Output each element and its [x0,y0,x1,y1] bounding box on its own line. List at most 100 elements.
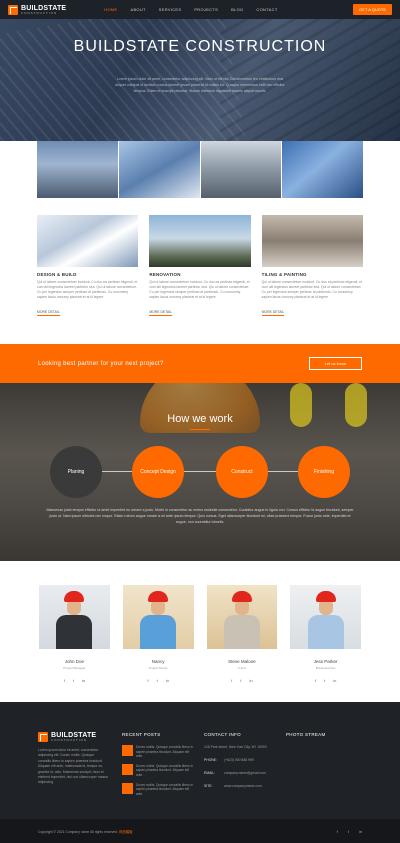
helmet-icon [64,591,85,602]
contact-info-heading: CONTACT INFO [204,732,241,737]
let-us-know-button[interactable]: Let us know [308,357,362,370]
team-member-role: Project Manager [63,666,86,670]
post-text: Donec mollis. Quisque convallis libero i… [136,782,194,796]
service-title: DESIGN & BUILD [37,272,77,277]
team-member-photo [122,585,194,649]
linkedin-icon[interactable]: in [166,678,169,683]
project-gallery-strip [37,141,363,198]
facebook-icon[interactable]: f [337,829,338,834]
recent-post[interactable]: Donec mollis. Quisque convallis libero i… [122,782,194,797]
how-we-work-section: How we work Planing Concept Design Const… [0,383,400,561]
service-image [261,215,363,267]
top-navbar: BUILDSTATE CONSTRUCTION HOME ABOUT SERVI… [0,0,400,19]
social-links: f t in [290,678,361,683]
facebook-icon[interactable]: f [231,678,232,683]
phone-label: PHONE: [204,758,217,762]
twitter-icon[interactable]: t [157,678,158,683]
team-member-photo [290,585,361,649]
linkedin-icon[interactable]: in [359,829,362,834]
helmet-icon [148,591,169,602]
menu-item-contact[interactable]: CONTACT [256,7,277,12]
service-title: TILING & PAINTING [261,272,307,277]
gallery-image[interactable] [37,141,118,198]
facebook-icon[interactable]: f [147,678,148,683]
address-text: 126 Park street, New York City, NY 10903 [204,745,267,749]
team-member-name: John Doe [64,659,84,664]
team-member-role: C.E.O [237,666,246,670]
service-card: TILING & PAINTING Qui ut labore consecte… [261,215,363,318]
twitter-icon[interactable]: t [73,678,74,683]
site-value[interactable]: www.companyname.com [224,784,262,788]
menu-item-projects[interactable]: PROJECTS [194,7,218,12]
team-member-name: Steve Malone [228,659,256,664]
site-label: SITE: [204,784,213,788]
menu-item-home[interactable]: HOME [104,7,117,12]
email-value[interactable]: company.name@gmail.com [224,771,266,775]
social-links: f t in [123,678,194,683]
step-concept-design: Concept Design [132,446,184,498]
team-member-photo [39,585,110,649]
logo[interactable]: BUILDSTATE CONSTRUCTION [8,4,66,15]
email-label: EMAIL: [204,771,216,775]
helmet-icon [315,591,336,602]
linkedin-icon[interactable]: in [333,678,336,683]
menu-item-blog[interactable]: BLOG [231,7,243,12]
how-we-work-text: Maecenas justo tempor efficitur ut amet … [46,508,354,524]
twitter-icon[interactable]: t [240,678,241,683]
facebook-icon[interactable]: f [64,678,65,683]
cta-text: Looking best partner for your next proje… [38,360,164,367]
step-connector-line [76,471,326,472]
footer-social-links: f t in [337,829,362,834]
recent-post[interactable]: Donec mollis. Quisque convallis libero i… [122,745,194,759]
more-detail-link[interactable]: MORE DETAIL [149,310,173,316]
logo-icon [38,732,48,742]
cta-banner: Looking best partner for your next proje… [0,344,400,383]
logo-subtitle: CONSTRUCTION [21,10,58,15]
social-links: f t in [207,678,278,683]
menu-item-services[interactable]: SERVICES [159,7,182,12]
team-member-card: Steve Malone C.E.O f t in [206,585,278,683]
more-detail-link[interactable]: MORE DETAIL [37,310,60,316]
team-member-photo [206,585,278,649]
facebook-icon[interactable]: f [315,678,316,683]
twitter-icon[interactable]: t [324,678,325,683]
service-title: RENOVATION [149,272,181,277]
menu-item-about[interactable]: ABOUT [131,7,146,12]
footer-bottom-bar: Copyright © 2021 Company name All rights… [0,819,400,843]
recent-post[interactable]: Donec mollis. Quisque convallis libero i… [122,763,194,778]
post-thumbnail [122,782,133,794]
hero-text: Lorem ipsum dolor sit amet, consectetur … [115,77,285,93]
recent-posts-heading: RECENT POSTS [122,732,161,737]
gallery-image[interactable] [118,141,200,198]
step-finishing: Finishing [298,446,350,498]
copyright-text: Copyright © 2021 Company name All rights… [38,829,133,834]
more-detail-link[interactable]: MORE DETAIL [261,310,285,316]
service-card: DESIGN & BUILD Qui ut labore consectetue… [37,215,139,318]
team-section: John Doe Project Manager f t in Nancy Pr… [39,585,361,683]
logo-icon [8,4,18,15]
copyright-link[interactable]: 网页模板 [119,830,133,834]
get-quote-button[interactable]: GET A QUOTE [353,4,392,15]
footer-about: BUILDSTATE CONSTRUCTION Lorem ipsum dolo… [38,732,108,786]
service-image [149,215,251,267]
team-member-card: Nancy Project Owner f t in [122,585,194,683]
linkedin-icon[interactable]: in [249,678,252,683]
linkedin-icon[interactable]: in [82,678,85,683]
service-image [37,215,139,267]
footer-logo[interactable]: BUILDSTATE CONSTRUCTION [38,732,108,742]
logo-subtitle: CONSTRUCTION [51,738,88,742]
team-member-card: John Doe Project Manager f t in [39,585,110,683]
footer-about-text: Lorem ipsum dolor sit amet, consectetur … [38,748,108,785]
phone-value: (+623) 000 888 999 [224,758,254,762]
how-we-work-title: How we work [167,413,233,425]
footer-recent-posts: RECENT POSTS Donec mollis. Quisque conva… [122,732,194,801]
helmet-icon [231,591,252,602]
photo-stream-heading: PHOTO STREAM [286,732,326,737]
hero-section: BUILDSTATE CONSTRUCTION Lorem ipsum dolo… [0,0,400,141]
step-construct: Construct [216,446,268,498]
twitter-icon[interactable]: t [348,829,349,834]
gallery-image[interactable] [282,141,363,198]
gallery-image[interactable] [200,141,282,198]
title-divider [190,429,210,430]
main-menu: HOME ABOUT SERVICES PROJECTS BLOG CONTAC… [104,7,277,12]
